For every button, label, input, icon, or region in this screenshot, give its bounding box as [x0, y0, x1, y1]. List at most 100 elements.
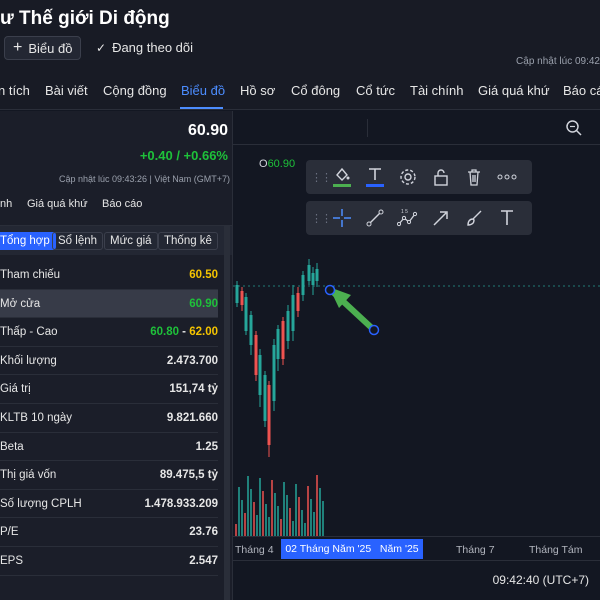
tab-reports[interactable]: Báo cá	[563, 83, 600, 98]
volume-bar	[307, 486, 309, 536]
text-tool-icon[interactable]	[490, 201, 523, 235]
candle-body	[281, 321, 285, 359]
table-row: Thị giá vốn 89.475,5 tỷ	[0, 461, 218, 490]
lock-icon[interactable]	[424, 160, 457, 194]
tab-community[interactable]: Cộng đồng	[103, 83, 167, 98]
current-price: 60.90	[187, 122, 228, 139]
active-tab-indicator	[180, 107, 223, 109]
subnav-reports[interactable]: Báo cáo	[102, 198, 142, 210]
tab-dividends[interactable]: Cổ tức	[356, 83, 395, 98]
trash-icon[interactable]	[457, 160, 490, 194]
drag-handle-icon[interactable]: ⋮⋮	[311, 171, 332, 184]
tab-price-history[interactable]: Giá quá khứ	[478, 83, 550, 98]
follow-button[interactable]: ✓ Đang theo dõi	[96, 40, 193, 55]
volume-bar	[298, 497, 300, 536]
price-chart[interactable]: O60.90 ⋮⋮ ⋮⋮ 1 5 Tháng 4 02 Tháng Năm '2…	[232, 111, 600, 600]
trend-line-icon[interactable]	[358, 201, 391, 235]
stat-value: 2.547	[189, 554, 218, 567]
settings-icon[interactable]	[391, 160, 424, 194]
volume-bar	[295, 484, 297, 536]
volume-bar	[247, 476, 249, 536]
low-value: 60.80	[150, 326, 179, 339]
volume-bar	[253, 502, 255, 536]
table-row: EPS 2.547	[0, 547, 218, 576]
stat-label: KLTB 10 ngày	[0, 411, 73, 424]
follow-label: Đang theo dõi	[112, 40, 194, 55]
table-row: Số lượng CPLH 1.478.933.209	[0, 490, 218, 519]
tab-chart[interactable]: Biểu đồ	[181, 83, 225, 98]
stat-label: Giá trị	[0, 383, 31, 396]
table-row: Beta 1.25	[0, 433, 218, 462]
subtab-summary[interactable]: Tổng hợp	[0, 232, 56, 250]
stat-label: Khối lượng	[0, 354, 57, 367]
paint-bucket-icon[interactable]	[325, 160, 358, 194]
volume-bar	[274, 493, 276, 536]
volume-bar	[271, 480, 273, 536]
ohlc-open-label: O	[259, 158, 268, 170]
candle-body	[235, 285, 239, 303]
stat-value: 1.478.933.209	[144, 497, 218, 510]
candle-body	[258, 355, 262, 395]
chart-button-label: Biểu đồ	[28, 40, 73, 56]
time-tick-label: Tháng 4	[235, 544, 274, 556]
tab-articles[interactable]: Bài viết	[45, 83, 88, 98]
chart-clock: 09:42:40 (UTC+7)	[492, 573, 589, 587]
candle-body	[301, 275, 305, 295]
volume-bar	[292, 521, 294, 536]
more-icon[interactable]	[490, 160, 523, 194]
drag-handle-icon[interactable]: ⋮⋮	[311, 212, 332, 225]
tab-profile[interactable]: Hồ sơ	[240, 83, 275, 98]
chart-button[interactable]: + Biểu đồ	[4, 36, 82, 60]
stat-label: P/E	[0, 526, 19, 539]
candle-body	[286, 311, 290, 341]
chart-top-bar	[233, 111, 600, 145]
tab-analysis[interactable]: n tích	[0, 83, 30, 98]
stat-label: Thị giá vốn	[0, 469, 57, 482]
tab-shareholders[interactable]: Cổ đông	[291, 83, 340, 98]
arrow-tool-icon[interactable]	[424, 201, 457, 235]
volume-bar	[289, 508, 291, 536]
stats-scrollbar[interactable]	[224, 225, 230, 600]
subnav-link-1[interactable]: nh	[0, 198, 12, 210]
volume-bar	[277, 506, 279, 536]
stat-label: Mở cửa	[0, 297, 41, 310]
volume-bar	[316, 475, 318, 536]
subtab-price-levels[interactable]: Mức giá	[104, 232, 158, 250]
divider	[367, 119, 368, 137]
volume-bar	[304, 523, 306, 536]
subtab-order-book[interactable]: Sổ lệnh	[52, 232, 104, 250]
table-row: Khối lượng 2.473.700	[0, 347, 218, 376]
volume-bar	[238, 487, 240, 536]
subnav-price-history[interactable]: Giá quá khứ	[27, 198, 88, 210]
quote-subtabs: Tổng hợp Sổ lệnh Mức giá Thống kê	[0, 225, 232, 255]
volume-bar	[262, 491, 264, 536]
candle-body	[240, 291, 244, 305]
pattern-icon[interactable]: 1 5	[391, 201, 424, 235]
volume-bar	[310, 499, 312, 536]
stat-value: 89.475,5 tỷ	[159, 469, 218, 482]
page-header: ư Thế giới Di động + Biểu đồ ✓ Đang theo…	[0, 0, 600, 74]
volume-bar	[268, 517, 270, 536]
stat-value: 1.25	[195, 440, 218, 453]
candle-body	[249, 315, 253, 345]
stat-label: Tham chiếu	[0, 269, 61, 281]
candle-body	[272, 345, 276, 401]
brush-icon[interactable]	[457, 201, 490, 235]
crosshair-icon[interactable]	[325, 201, 358, 235]
stat-value: 2.473.700	[166, 354, 218, 367]
volume-bar	[256, 515, 258, 536]
app-root: ư Thế giới Di động + Biểu đồ ✓ Đang theo…	[0, 0, 600, 600]
stat-label: Số lượng CPLH	[0, 497, 82, 510]
update-time-header: Cập nhật lúc 09:42	[516, 56, 600, 67]
time-axis[interactable]: Tháng 4 02 Tháng Năm '25 Năm '25 Tháng 7…	[233, 536, 600, 560]
arrow-anchor-end	[368, 324, 380, 336]
time-tick-label: Tháng Tám	[529, 544, 583, 556]
subtab-statistics[interactable]: Thống kê	[158, 232, 218, 250]
stat-label: Beta	[0, 440, 24, 453]
zoom-magnifier-icon[interactable]	[565, 119, 583, 137]
tab-finance[interactable]: Tài chính	[410, 83, 463, 98]
table-row: KLTB 10 ngày 9.821.660	[0, 404, 218, 433]
text-color-icon[interactable]	[358, 160, 391, 194]
main-tabs: n tích Bài viết Cộng đồng Biểu đồ Hồ sơ …	[0, 74, 600, 110]
time-tick-label: Năm '25	[379, 543, 419, 555]
